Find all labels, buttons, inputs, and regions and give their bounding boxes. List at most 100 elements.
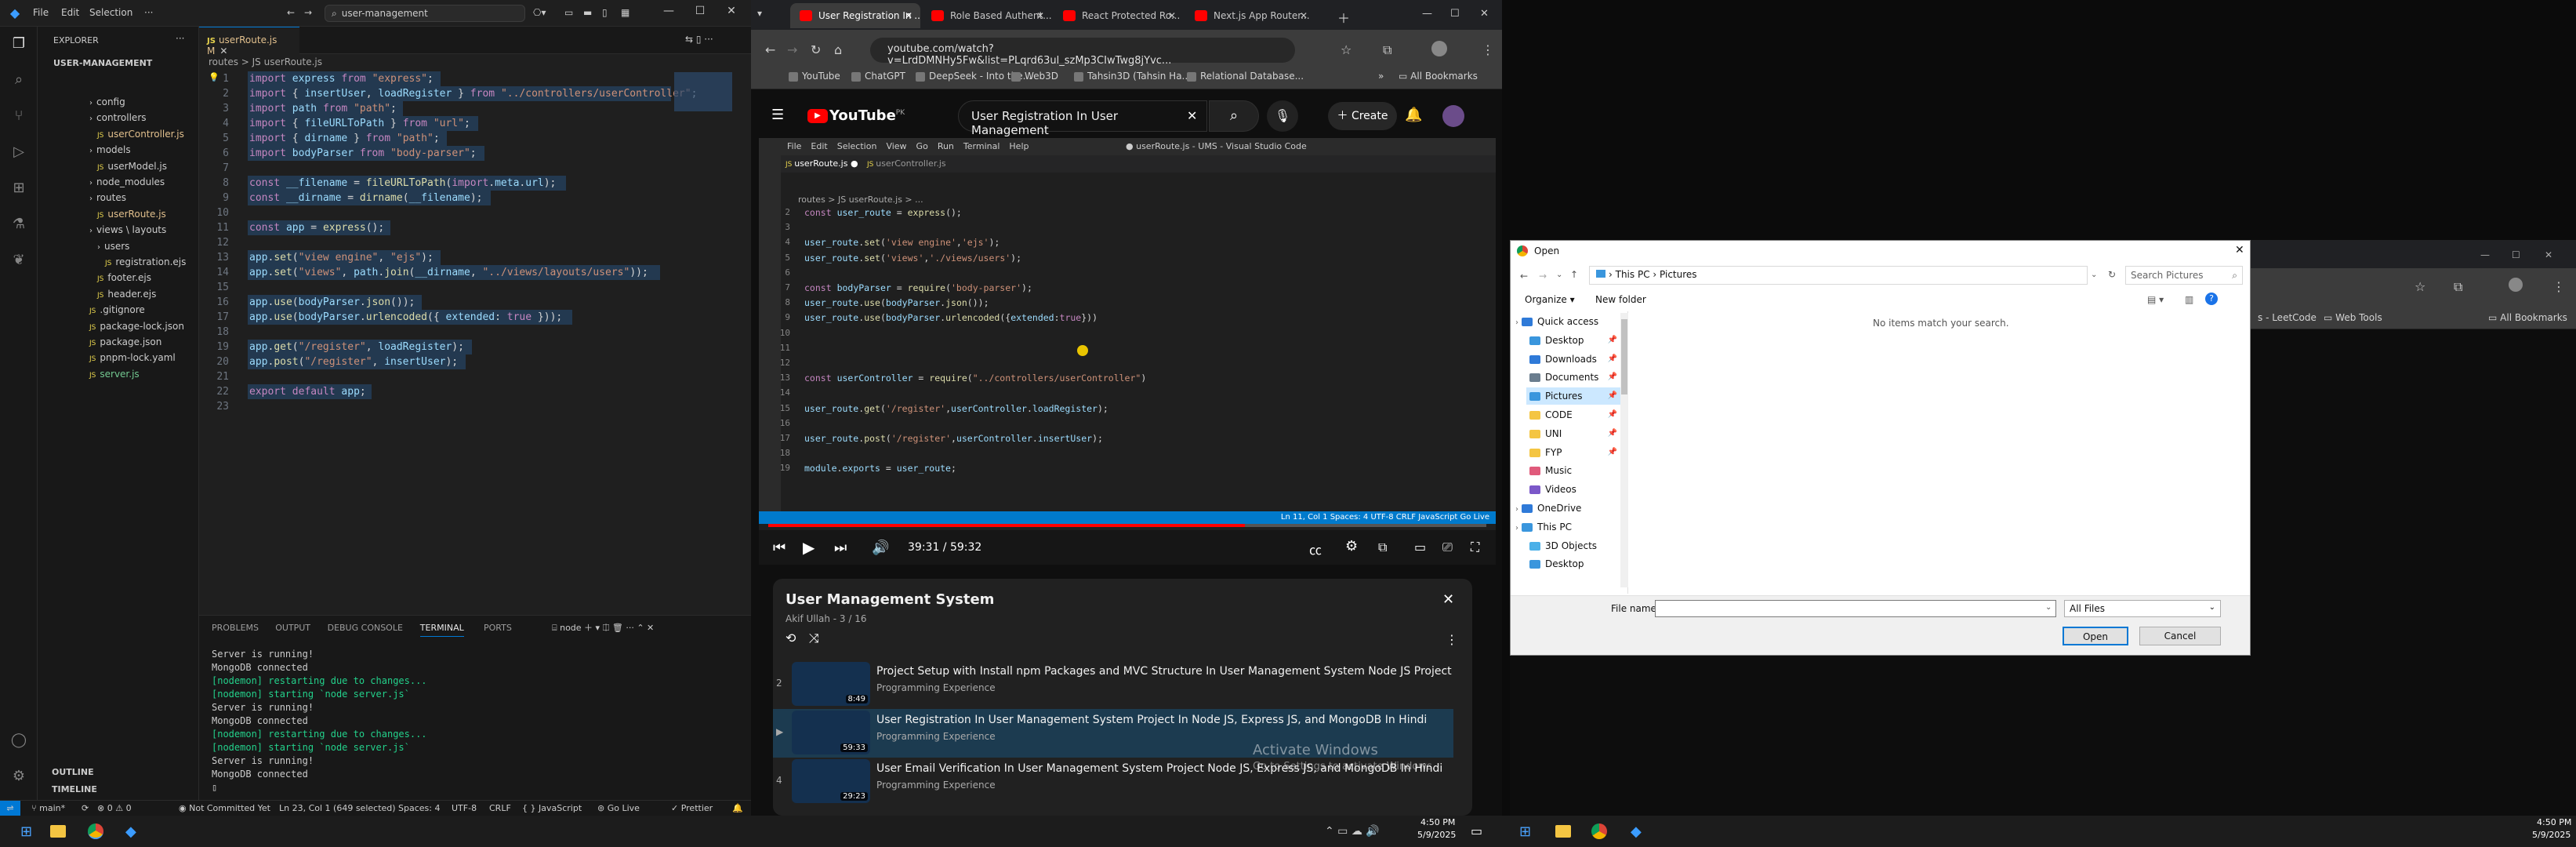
- back-icon[interactable]: ←: [765, 42, 775, 57]
- hamburger-icon[interactable]: ☰: [771, 107, 784, 123]
- file-type-select[interactable]: All Files ⌄: [2064, 600, 2221, 617]
- youtube-search-button[interactable]: ⌕: [1209, 100, 1259, 132]
- problems-indicator[interactable]: ⊗ 0 ⚠ 0: [97, 803, 132, 813]
- open-button[interactable]: Open: [2063, 627, 2128, 645]
- reload-icon[interactable]: ↻: [811, 42, 821, 57]
- left-clock-date[interactable]: 5/9/2025: [1417, 830, 1456, 840]
- help-icon[interactable]: ?: [2205, 293, 2218, 305]
- next-icon[interactable]: ⏭: [834, 540, 847, 556]
- timeline-section[interactable]: TIMELINE: [52, 784, 97, 794]
- copilot-icon[interactable]: ⎔▾: [533, 7, 546, 18]
- cursor-position[interactable]: Ln 23, Col 1 (649 selected): [279, 803, 396, 813]
- path-this-pc[interactable]: This PC: [1616, 269, 1650, 280]
- nav-item-code[interactable]: CODE 📌: [1526, 406, 1620, 424]
- right-bookmark-leetcode[interactable]: s - LeetCode: [2258, 312, 2317, 323]
- terminal-selector[interactable]: ⌸ node ＋ ▾ ⎅ 🗑 ··· ⌃ ✕: [552, 621, 654, 634]
- language-mode[interactable]: { } JavaScript: [522, 803, 582, 813]
- dialog-back-icon[interactable]: ←: [1520, 271, 1528, 282]
- nav-item-uni[interactable]: UNI 📌: [1526, 425, 1620, 442]
- volume-icon[interactable]: 🔊: [872, 540, 889, 556]
- cancel-button[interactable]: Cancel: [2139, 627, 2221, 645]
- voice-search-icon[interactable]: 🎙: [1267, 100, 1298, 132]
- chrome-minimize[interactable]: —: [1422, 8, 1432, 20]
- panel-tab-debug-console[interactable]: DEBUG CONSOLE: [328, 623, 403, 633]
- chrome-tab-1[interactable]: User Registration In ... ✕: [790, 3, 920, 28]
- previous-icon[interactable]: ⏮: [773, 540, 785, 556]
- indentation[interactable]: Spaces: 4: [398, 803, 440, 813]
- chrome-tab-2[interactable]: Role Based Authent... ✕: [922, 3, 1052, 28]
- back-arrow-icon[interactable]: ←: [287, 7, 295, 18]
- play-icon[interactable]: ▶: [803, 538, 815, 557]
- nav-item-fyp[interactable]: FYP 📌: [1526, 444, 1620, 461]
- search-view-icon[interactable]: ⌕: [8, 69, 30, 91]
- new-folder-button[interactable]: New folder: [1595, 294, 1646, 305]
- right-profile-icon[interactable]: [2509, 278, 2523, 292]
- bookmarks-more-icon[interactable]: »: [1378, 71, 1384, 82]
- explorer-icon[interactable]: ❐: [8, 33, 30, 55]
- left-clock-time[interactable]: 4:50 PM: [1420, 817, 1455, 827]
- chrome-close[interactable]: ✕: [1480, 8, 1489, 20]
- command-center[interactable]: ⌕ user-management: [325, 5, 525, 22]
- panel-tab-ports[interactable]: PORTS: [484, 623, 512, 633]
- chrome-tab-close-icon[interactable]: ✕: [905, 10, 912, 21]
- account-icon[interactable]: ◯: [8, 729, 30, 751]
- bookmark-1[interactable]: YouTube: [789, 71, 840, 82]
- close-button[interactable]: ✕: [720, 5, 743, 22]
- playlist-item[interactable]: 2 8:49 Project Setup with Install npm Pack…: [773, 660, 1453, 709]
- left-chrome-icon[interactable]: [88, 823, 103, 839]
- testing-icon[interactable]: ⚗: [8, 213, 30, 235]
- chrome-tab-close-icon[interactable]: ✕: [1300, 10, 1308, 21]
- commit-indicator[interactable]: ◉ Not Committed Yet: [179, 803, 270, 813]
- video-player[interactable]: File Edit Selection View Go Run Terminal Help ●…: [759, 138, 1496, 565]
- expand-chevron-icon[interactable]: ›: [1515, 318, 1518, 327]
- bookmark-2[interactable]: ChatGPT: [851, 71, 905, 82]
- extensions-icon[interactable]: ⧉: [1383, 42, 1391, 58]
- right-menu-icon[interactable]: ⋮: [2552, 279, 2565, 294]
- captions-icon[interactable]: ㏄: [1309, 540, 1322, 558]
- right-extension-icon[interactable]: ⧉: [2454, 279, 2462, 295]
- layout-secondary-icon[interactable]: ▯: [602, 7, 608, 18]
- home-icon[interactable]: ⌂: [834, 42, 842, 57]
- minimap[interactable]: [674, 72, 732, 111]
- cast-icon[interactable]: ⎚: [1442, 540, 1453, 555]
- right-clock-time[interactable]: 4:50 PM: [2537, 817, 2571, 827]
- nav-item-downloads[interactable]: Downloads 📌: [1526, 351, 1620, 368]
- menu-more[interactable]: ···: [144, 7, 153, 18]
- dialog-address-bar[interactable]: › This PC › Pictures: [1589, 266, 2088, 285]
- right-star-icon[interactable]: ☆: [2415, 279, 2425, 294]
- go-live[interactable]: ⊚ Go Live: [597, 803, 640, 813]
- right-all-bookmarks[interactable]: ▭ All Bookmarks: [2488, 312, 2567, 323]
- run-debug-icon[interactable]: ▷: [8, 141, 30, 163]
- nav-item-quick-access[interactable]: › Quick access: [1515, 313, 1620, 330]
- address-bar[interactable]: youtube.com/watch?v=LrdDMNHy5Fw&list=PLq…: [870, 38, 1295, 67]
- chrome-tab-4[interactable]: Next.js App Router... ✕: [1185, 3, 1315, 28]
- chrome-menu-icon[interactable]: ⋮: [1482, 42, 1494, 57]
- layout-panel-icon[interactable]: ▬: [583, 7, 592, 18]
- expand-chevron-icon[interactable]: ›: [1515, 524, 1518, 533]
- recent-locations-icon[interactable]: ⌄: [1556, 271, 1562, 279]
- tray-icons[interactable]: ⌃ ▭ ☁ 🔊: [1325, 825, 1380, 838]
- bookmark-star-icon[interactable]: ☆: [1341, 42, 1351, 57]
- notifications-icon[interactable]: 🔔: [732, 803, 743, 813]
- right-chrome-minimize[interactable]: —: [2480, 249, 2490, 260]
- explorer-more-icon[interactable]: ···: [176, 33, 184, 44]
- bookmark-4[interactable]: Web3D: [1011, 71, 1058, 82]
- nav-item-desktop[interactable]: Desktop 📌: [1526, 332, 1620, 349]
- nav-item-3d-objects[interactable]: 3D Objects: [1526, 537, 1620, 554]
- miniplayer-icon[interactable]: ⧉: [1378, 540, 1387, 555]
- tab-userroute[interactable]: JS userRoute.js M ✕: [199, 27, 299, 56]
- bookmark-6[interactable]: Relational Database...: [1187, 71, 1304, 82]
- view-options-icon[interactable]: ▤ ▾: [2147, 294, 2164, 305]
- forward-icon[interactable]: →: [787, 42, 797, 57]
- mongodb-icon[interactable]: ❦: [8, 249, 30, 271]
- project-root[interactable]: USER-MANAGEMENT: [53, 58, 152, 68]
- path-pictures[interactable]: Pictures: [1660, 269, 1697, 280]
- playlist-close-icon[interactable]: ✕: [1442, 591, 1454, 608]
- forward-arrow-icon[interactable]: →: [304, 7, 312, 18]
- playlist-title[interactable]: User Management System: [785, 591, 994, 608]
- source-control-icon[interactable]: ⑂: [8, 105, 30, 127]
- nav-item-music[interactable]: Music: [1526, 462, 1620, 479]
- notifications-bell-icon[interactable]: 🔔: [1405, 107, 1422, 123]
- panel-tab-output[interactable]: OUTPUT: [275, 623, 310, 633]
- up-folder-icon[interactable]: ↑: [1570, 269, 1578, 280]
